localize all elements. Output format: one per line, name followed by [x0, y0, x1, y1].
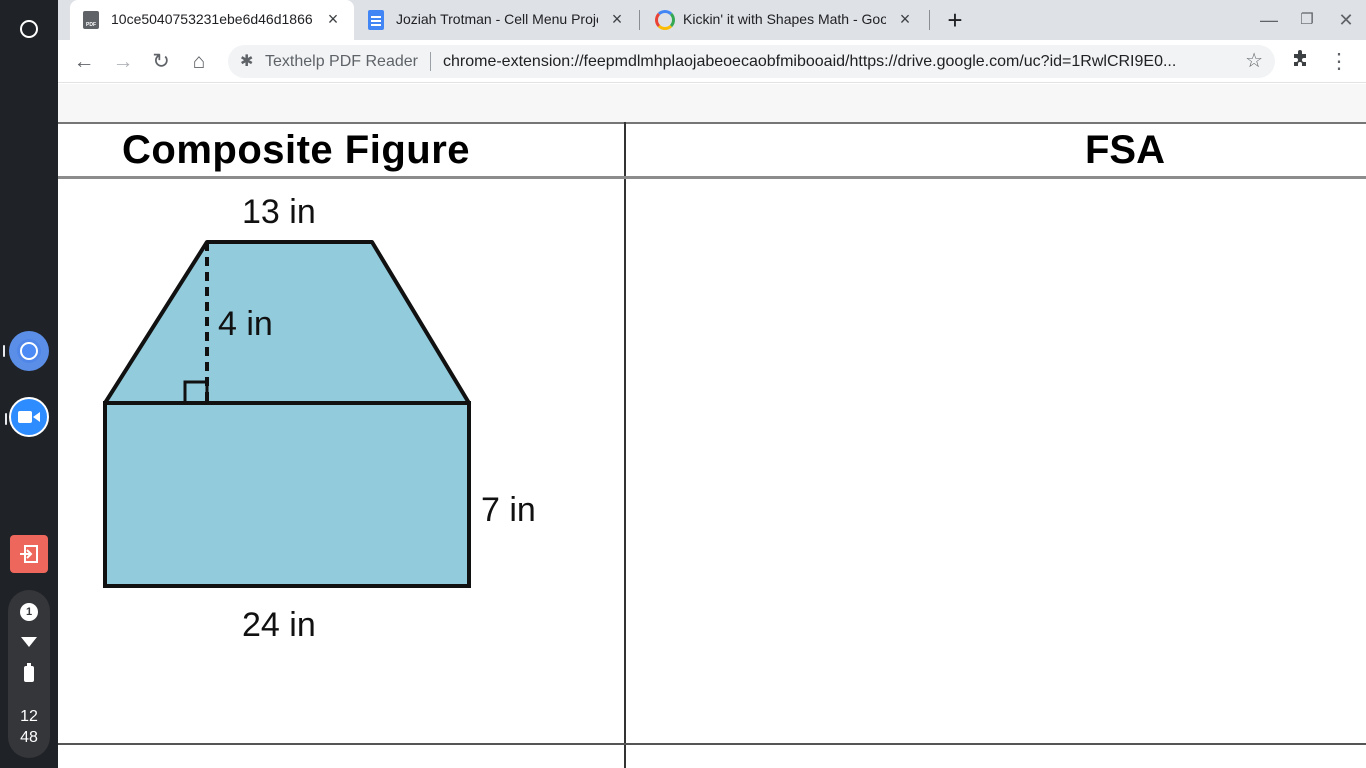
- table-rule: [58, 743, 1366, 745]
- tab-pdf[interactable]: PDF 10ce5040753231ebe6d46d1866 ×: [70, 0, 354, 40]
- forward-icon[interactable]: →: [109, 48, 137, 76]
- reload-icon[interactable]: ↻: [147, 48, 175, 76]
- composite-figure: 13 in 4 in 7 in 24 in: [103, 193, 536, 644]
- pdf-viewer-toolbar-area: [58, 84, 1366, 122]
- status-tray[interactable]: 1 12 48: [8, 590, 50, 758]
- running-indicator: [3, 345, 5, 357]
- exit-app-button[interactable]: [10, 535, 48, 573]
- tab-docs[interactable]: Joziah Trotman - Cell Menu Proje ×: [355, 0, 638, 40]
- notification-badge[interactable]: 1: [20, 603, 38, 621]
- tab-title: 10ce5040753231ebe6d46d1866: [111, 11, 313, 27]
- tab-separator: [929, 10, 930, 30]
- back-icon[interactable]: ←: [70, 48, 98, 76]
- wifi-icon: [21, 637, 37, 647]
- battery-icon: [24, 663, 34, 682]
- home-icon[interactable]: ⌂: [185, 48, 213, 76]
- rectangle-shape: [103, 401, 471, 588]
- table-rule: [58, 122, 1366, 124]
- browser-toolbar: ← → ↻ ⌂ ✱ Texthelp PDF Reader chrome-ext…: [58, 40, 1366, 83]
- extensions-puzzle-icon[interactable]: [1287, 48, 1315, 76]
- tab-google[interactable]: Kickin' it with Shapes Math - Goo ×: [642, 0, 926, 40]
- pdf-document: Composite Figure FSA 13 in 4 in 7 in 24 …: [58, 122, 1366, 768]
- minimize-icon[interactable]: —: [1257, 8, 1281, 32]
- launcher-button[interactable]: [8, 8, 50, 50]
- shelf-app-zoom[interactable]: [5, 397, 49, 437]
- menu-kebab-icon[interactable]: ⋮: [1325, 48, 1353, 76]
- tab-separator: [639, 10, 640, 30]
- column-header-composite-figure: Composite Figure: [122, 128, 471, 172]
- launcher-icon: [20, 20, 38, 38]
- clock-hour: 12: [20, 708, 38, 725]
- address-bar[interactable]: ✱ Texthelp PDF Reader chrome-extension:/…: [228, 45, 1275, 78]
- new-tab-button[interactable]: +: [941, 6, 969, 34]
- chrome-icon: [20, 342, 38, 360]
- clock-minute: 48: [20, 729, 38, 746]
- column-header-fsa: FSA: [1085, 128, 1165, 172]
- url-text[interactable]: chrome-extension://feepmdlmhplaojabeoeca…: [443, 53, 1233, 71]
- label-side: 7 in: [481, 491, 536, 529]
- label-bottom-base: 24 in: [242, 606, 316, 644]
- pdf-icon-label: PDF: [86, 22, 96, 28]
- google-icon: [655, 10, 675, 30]
- shelf-app-chrome[interactable]: [3, 331, 49, 371]
- close-window-icon[interactable]: ✕: [1334, 8, 1358, 32]
- extension-name: Texthelp PDF Reader: [265, 53, 418, 70]
- close-tab-icon[interactable]: ×: [324, 10, 342, 28]
- label-height: 4 in: [218, 305, 273, 343]
- video-camera-icon: [18, 411, 40, 423]
- bookmark-star-icon[interactable]: ☆: [1245, 51, 1263, 71]
- close-tab-icon[interactable]: ×: [896, 10, 914, 28]
- trapezoid-shape: [103, 240, 471, 405]
- close-tab-icon[interactable]: ×: [608, 10, 626, 28]
- clock: 12 48: [8, 706, 50, 748]
- docs-icon: [368, 10, 384, 30]
- restore-icon[interactable]: ❐: [1295, 8, 1319, 32]
- label-top-base: 13 in: [242, 193, 316, 231]
- omnibox-divider: [430, 52, 431, 71]
- tab-strip: PDF 10ce5040753231ebe6d46d1866 × Joziah …: [58, 0, 1366, 40]
- extension-icon: ✱: [240, 53, 254, 70]
- pdf-icon: PDF: [83, 11, 99, 29]
- column-divider: [624, 122, 626, 768]
- tab-title: Kickin' it with Shapes Math - Goo: [683, 11, 886, 27]
- tab-title: Joziah Trotman - Cell Menu Proje: [396, 11, 598, 27]
- os-shelf: 1 12 48: [0, 0, 58, 768]
- running-indicator: [5, 413, 7, 425]
- exit-icon: [20, 545, 38, 563]
